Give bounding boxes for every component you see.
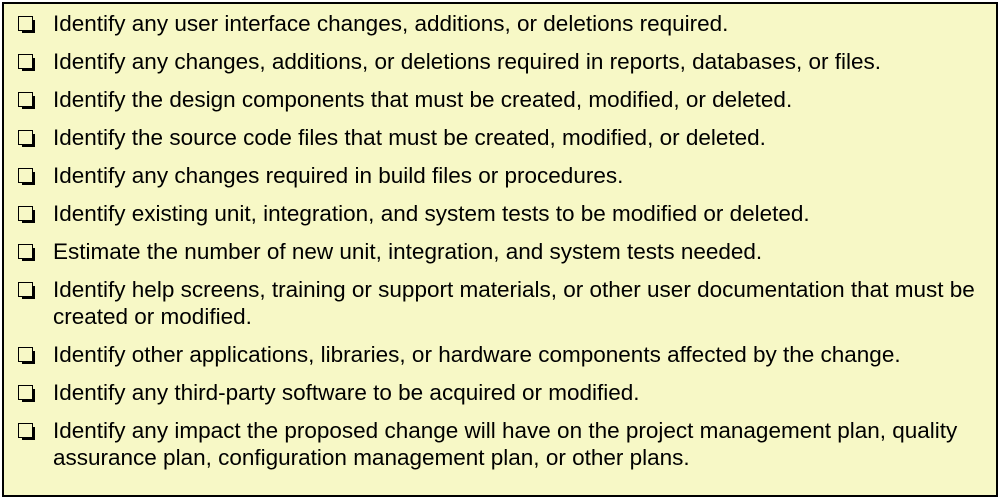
checkbox-icon[interactable] xyxy=(18,16,35,33)
checklist-item: Estimate the number of new unit, integra… xyxy=(18,238,982,265)
checklist-item: Identify any impact the proposed change … xyxy=(18,417,982,471)
checklist-item-text: Identify any impact the proposed change … xyxy=(53,418,958,470)
checklist-item-text: Identify the source code files that must… xyxy=(53,125,766,150)
checkbox-icon[interactable] xyxy=(18,282,35,299)
checklist-item-text: Identify help screens, training or suppo… xyxy=(53,277,975,329)
checkbox-icon[interactable] xyxy=(18,423,35,440)
checkbox-icon[interactable] xyxy=(18,54,35,71)
checkbox-icon[interactable] xyxy=(18,206,35,223)
checklist-item-text: Identify the design components that must… xyxy=(53,87,793,112)
checklist-item: Identify existing unit, integration, and… xyxy=(18,200,982,227)
checklist-item-text: Identify any changes required in build f… xyxy=(53,163,624,188)
checkbox-icon[interactable] xyxy=(18,130,35,147)
checkbox-icon[interactable] xyxy=(18,385,35,402)
checklist-item-text: Identify any user interface changes, add… xyxy=(53,11,729,36)
checklist-item-text: Identify other applications, libraries, … xyxy=(53,342,901,367)
checklist-item: Identify any user interface changes, add… xyxy=(18,10,982,37)
checklist-item: Identify any third-party software to be … xyxy=(18,379,982,406)
checklist-item: Identify any changes, additions, or dele… xyxy=(18,48,982,75)
checklist-item-text: Estimate the number of new unit, integra… xyxy=(53,239,763,264)
checkbox-icon[interactable] xyxy=(18,244,35,261)
checklist-item: Identify any changes required in build f… xyxy=(18,162,982,189)
checklist-item: Identify other applications, libraries, … xyxy=(18,341,982,368)
checkbox-icon[interactable] xyxy=(18,92,35,109)
checklist-item-text: Identify any third-party software to be … xyxy=(53,380,640,405)
checklist-item-text: Identify any changes, additions, or dele… xyxy=(53,49,881,74)
checkbox-icon[interactable] xyxy=(18,168,35,185)
checklist-item: Identify the design components that must… xyxy=(18,86,982,113)
checklist-panel: Identify any user interface changes, add… xyxy=(2,2,998,497)
checklist-item: Identify the source code files that must… xyxy=(18,124,982,151)
checklist-item: Identify help screens, training or suppo… xyxy=(18,276,982,330)
checklist-item-text: Identify existing unit, integration, and… xyxy=(53,201,810,226)
checklist: Identify any user interface changes, add… xyxy=(18,10,982,471)
checkbox-icon[interactable] xyxy=(18,347,35,364)
